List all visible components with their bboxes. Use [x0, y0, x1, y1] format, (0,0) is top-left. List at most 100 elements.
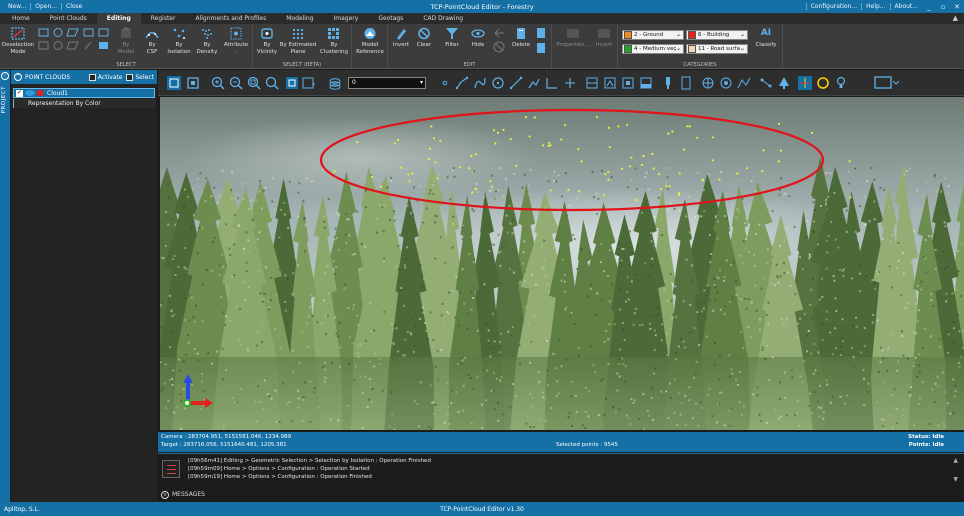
mesh-tool-icon[interactable]: [719, 76, 733, 90]
zoom-previous-icon[interactable]: [265, 76, 279, 90]
close-file-button[interactable]: Close: [62, 3, 86, 10]
by-model-button[interactable]: By Model: [112, 27, 140, 56]
color-picker-icon[interactable]: [816, 76, 830, 90]
filter-button[interactable]: Filter: [441, 27, 463, 49]
measure-tool-icon[interactable]: [545, 76, 559, 90]
zoom-window-icon[interactable]: [247, 76, 261, 90]
tab-register[interactable]: Register: [141, 13, 186, 24]
tab-editing[interactable]: Editing: [96, 13, 141, 24]
collapse-up-icon[interactable]: ^: [14, 73, 22, 81]
scroll-down-icon[interactable]: ▼: [953, 476, 958, 483]
hide-button[interactable]: Hide: [467, 27, 489, 49]
invert-button[interactable]: Invert: [390, 27, 412, 49]
by-isolation-button[interactable]: By Isolation: [164, 27, 194, 56]
collapse-ribbon-icon[interactable]: ▲: [953, 14, 958, 22]
by-density-button[interactable]: By Density: [193, 27, 221, 56]
point-sample: [402, 354, 404, 357]
by-clustering-button[interactable]: By Clustering: [317, 27, 351, 56]
scroll-up-icon[interactable]: ▲: [953, 457, 958, 464]
invert-properties-button[interactable]: Invert: [592, 27, 616, 49]
tab-cad-drawing[interactable]: CAD Drawing: [413, 13, 473, 24]
category-dropdown-building[interactable]: 6 - Building ⌄: [686, 30, 748, 40]
zoom-out-icon[interactable]: [229, 76, 243, 90]
column-tool-icon[interactable]: [679, 76, 693, 90]
expand-messages-icon[interactable]: v: [161, 490, 169, 499]
cloud-visible-checkbox[interactable]: ✓: [16, 89, 23, 97]
tab-point-clouds[interactable]: Point Clouds: [40, 13, 97, 24]
attribute-button[interactable]: Attribute ·: [220, 27, 252, 56]
layers-icon[interactable]: [328, 76, 342, 90]
minimize-button[interactable]: _: [922, 3, 936, 11]
eye-icon[interactable]: [25, 90, 35, 96]
by-csf-button[interactable]: By CSF: [139, 27, 165, 56]
attribute-dropdown-dot[interactable]: ·: [235, 49, 237, 56]
representation-item[interactable]: Representation By Color: [13, 99, 155, 108]
spline-tool-icon[interactable]: [473, 76, 487, 90]
tree-tool-icon[interactable]: [777, 76, 791, 90]
cloud-list-item[interactable]: ✓ Cloud1: [13, 88, 155, 98]
layer-select[interactable]: 0 ▾: [348, 77, 426, 89]
selection-shape-icons[interactable]: [37, 27, 112, 53]
activate-checkbox[interactable]: [88, 73, 96, 81]
category-dropdown-road-surface[interactable]: 11 - Road surfa ⌄: [686, 44, 748, 54]
by-estimated-plane-button[interactable]: By Estimated Plane: [279, 27, 317, 56]
layer-value: 0: [352, 79, 356, 86]
break-line-tool-icon[interactable]: [527, 76, 541, 90]
category-dropdown-medium-veg[interactable]: 4 - Medium veç ⌄: [622, 44, 684, 54]
view-mode-active-icon[interactable]: [167, 76, 181, 90]
project-tab[interactable]: PROJECT: [1, 86, 7, 113]
delete-button[interactable]: Delete: [509, 27, 533, 49]
open-button[interactable]: Open...: [31, 3, 63, 10]
point-sample: [957, 361, 960, 364]
tab-home[interactable]: Home: [2, 13, 40, 24]
tab-modeling[interactable]: Modeling: [276, 13, 323, 24]
selected-point: [494, 142, 497, 145]
cloud-color-swatch[interactable]: [37, 90, 43, 96]
messages-header[interactable]: v MESSAGES: [158, 488, 964, 501]
tab-alignments-and-profiles[interactable]: Alignments and Profiles: [185, 13, 276, 24]
surface-tool-icon[interactable]: [737, 76, 751, 90]
clear-button[interactable]: Clear: [413, 27, 435, 49]
zoom-in-icon[interactable]: [211, 76, 225, 90]
clip-tool-icon[interactable]: [639, 76, 653, 90]
line-tool-icon[interactable]: [509, 76, 523, 90]
light-bulb-icon[interactable]: [834, 76, 848, 90]
forest-point-cloud-render[interactable]: [160, 97, 964, 430]
help-button[interactable]: Help...: [861, 3, 889, 10]
point-cloud-3d-view[interactable]: [160, 97, 964, 430]
close-window-button[interactable]: ✕: [950, 3, 964, 11]
zoom-extents-icon[interactable]: [186, 76, 200, 90]
view-dropdown-icon[interactable]: [302, 76, 316, 90]
view-cube-icon[interactable]: [285, 76, 299, 90]
delete-variants-icons[interactable]: [534, 27, 548, 55]
height-tool-icon[interactable]: [563, 76, 577, 90]
grid-tool-icon[interactable]: [701, 76, 715, 90]
tab-imagery[interactable]: Imagery: [324, 13, 369, 24]
by-vicinity-button[interactable]: By Vicinity: [255, 27, 279, 56]
properties-button[interactable]: Properties...: [556, 27, 590, 49]
category-dropdown-ground[interactable]: 2 - Ground ⌄: [622, 30, 684, 40]
undo-redo-icons[interactable]: [492, 28, 506, 54]
about-button[interactable]: About...: [889, 3, 922, 10]
circle-tool-icon[interactable]: [491, 76, 505, 90]
configuration-button[interactable]: Configuration...: [805, 3, 861, 10]
profile-tool-icon[interactable]: [603, 76, 617, 90]
tab-geotags[interactable]: Geotags: [368, 13, 413, 24]
deselection-mode-button[interactable]: Deselection Mode: [2, 27, 34, 56]
box-tool-icon[interactable]: [621, 76, 635, 90]
point-tool-icon[interactable]: [438, 76, 452, 90]
maximize-button[interactable]: ▫: [936, 3, 950, 11]
marker-tool-icon[interactable]: [661, 76, 675, 90]
polyline-tool-icon[interactable]: [455, 76, 469, 90]
model-reference-button[interactable]: Model Reference: [354, 27, 386, 56]
collapse-panel-icon[interactable]: ‹: [1, 72, 9, 80]
connect-points-icon[interactable]: [759, 76, 773, 90]
point-sample: [406, 246, 408, 249]
new-button[interactable]: New...: [4, 3, 32, 10]
axes-gizmo-active-icon[interactable]: [798, 76, 812, 90]
section-tool-icon[interactable]: [585, 76, 599, 90]
point-sample: [476, 191, 479, 194]
classify-button[interactable]: AI Classify: [754, 27, 778, 49]
display-settings-icon[interactable]: [874, 76, 900, 90]
select-checkbox[interactable]: [126, 73, 134, 81]
